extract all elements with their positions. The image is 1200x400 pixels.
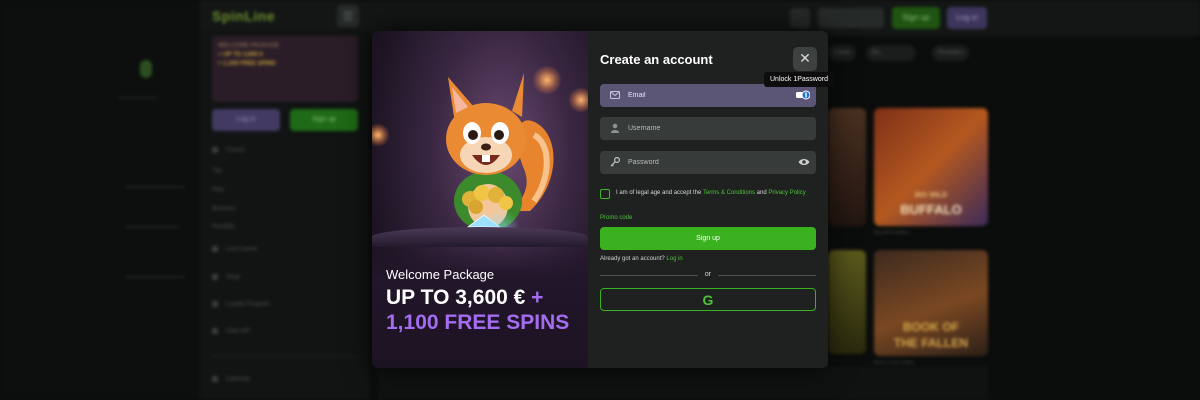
sidebar-promo-line: WELCOME PACKAGE [218,43,280,49]
email-icon [610,91,620,99]
sidebar-divider [212,356,358,357]
bottom-games-strip [378,366,988,400]
1password-tooltip: Unlock 1Password [764,72,834,87]
header-log-in-button[interactable]: Log in [947,7,987,29]
ghost-line [125,225,180,229]
ghost-line [125,275,185,279]
sidebar-item-club-vip[interactable]: Club VIP [212,328,250,335]
sidebar-promo-banner[interactable]: WELCOME PACKAGE + UP TO 3,600 € + 1,100 … [212,36,358,102]
search-icon[interactable] [790,8,810,28]
user-icon [610,123,620,133]
category-chip[interactable]: Cards [828,45,857,61]
promo-code-link[interactable]: Promo code [600,215,632,221]
or-separator: or [600,271,816,281]
balance-chip[interactable] [818,8,884,28]
sidebar-sign-up-button[interactable]: Sign up [290,109,358,131]
log-in-link[interactable]: Log in [666,256,682,262]
tile-title: BUFFALO [900,202,962,217]
age-terms-text: I am of legal age and accept the Terms &… [616,190,806,196]
close-button[interactable]: ✕ [793,47,817,71]
1password-icon[interactable] [796,89,810,101]
tile-title: BIG WILD [914,192,948,199]
sidebar-item-shop[interactable]: Shop [212,274,240,281]
terms-link[interactable]: Terms & Conditions [703,190,755,196]
game-tile-big-wild-buffalo[interactable]: BIG WILD BUFFALO [874,108,988,226]
menu-toggle-button[interactable]: ☰ [337,5,359,27]
email-input[interactable] [628,84,788,107]
sidebar-item-top[interactable]: Top [212,168,222,174]
google-icon: G [702,292,714,308]
sign-up-button[interactable]: Sign up [600,227,816,250]
privacy-policy-link[interactable]: Privacy Policy [768,190,805,196]
calendar-icon [212,376,218,382]
bonus-amount-text: UP TO 3,600 € + [386,286,544,309]
email-field[interactable] [600,84,816,107]
sidebar-item-new[interactable]: New [212,187,224,193]
tile-title: THE FALLEN [894,336,968,350]
game-tile[interactable] [828,108,866,226]
ghost-line [118,96,158,100]
welcome-promo-panel: Welcome Package UP TO 3,600 € + 1,100 FR… [372,31,588,368]
lamp-light [372,123,390,147]
casino-icon [212,147,218,153]
game-tile-label: Big Wild Buffalo [874,230,910,236]
show-password-eye-icon[interactable] [798,158,810,166]
header-sign-up-button[interactable]: Sign up [892,7,940,29]
google-sign-in-button[interactable]: G [600,288,816,311]
category-chip[interactable]: Bo... [866,45,916,61]
ghost-line [125,185,185,189]
sidebar-item-casino[interactable]: Casino [212,147,245,154]
sidebar-item-live-casino[interactable]: Live Casino [212,246,257,253]
site-logo[interactable]: SpinLine [212,8,275,24]
login-prompt: Already got an account? Log in [600,256,683,262]
left-margin-area [0,0,200,400]
form-title: Create an account [600,52,713,67]
separator-line [718,275,816,276]
free-spins-text: 1,100 FREE SPINS [386,311,570,334]
username-field[interactable] [600,117,816,140]
tile-title: BOOK OF [903,320,959,334]
age-terms-checkbox[interactable] [600,189,610,199]
sidebar-item-roulette[interactable]: Roulette [212,224,234,230]
lamp-light [568,87,588,113]
vip-icon [212,328,218,334]
password-input[interactable] [628,151,788,174]
shop-icon [212,274,218,280]
key-icon [610,157,620,167]
username-input[interactable] [628,117,788,140]
providers-chip[interactable]: Providers [932,45,970,61]
loyalty-icon [212,301,218,307]
sidebar-item-loyalty[interactable]: Loyalty Program [212,301,270,308]
sidebar-item-calendar[interactable]: Calendar [212,376,250,383]
sidebar-promo-line: + UP TO 3,600 € [218,52,263,58]
game-tile-book-of-the-fallen[interactable]: BOOK OF THE FALLEN [874,250,988,356]
game-tile[interactable] [828,250,866,354]
welcome-package-label: Welcome Package [386,267,495,282]
create-account-modal: Welcome Package UP TO 3,600 € + 1,100 FR… [372,31,828,368]
live-icon [212,246,218,252]
password-field[interactable] [600,151,816,174]
sidebar-log-in-button[interactable]: Log in [212,109,280,131]
sidebar-promo-line: + 1,100 FREE SPINS [218,61,276,67]
sidebar-item-bonuses[interactable]: Bonuses [212,206,235,212]
ghost-indicator [140,60,152,78]
